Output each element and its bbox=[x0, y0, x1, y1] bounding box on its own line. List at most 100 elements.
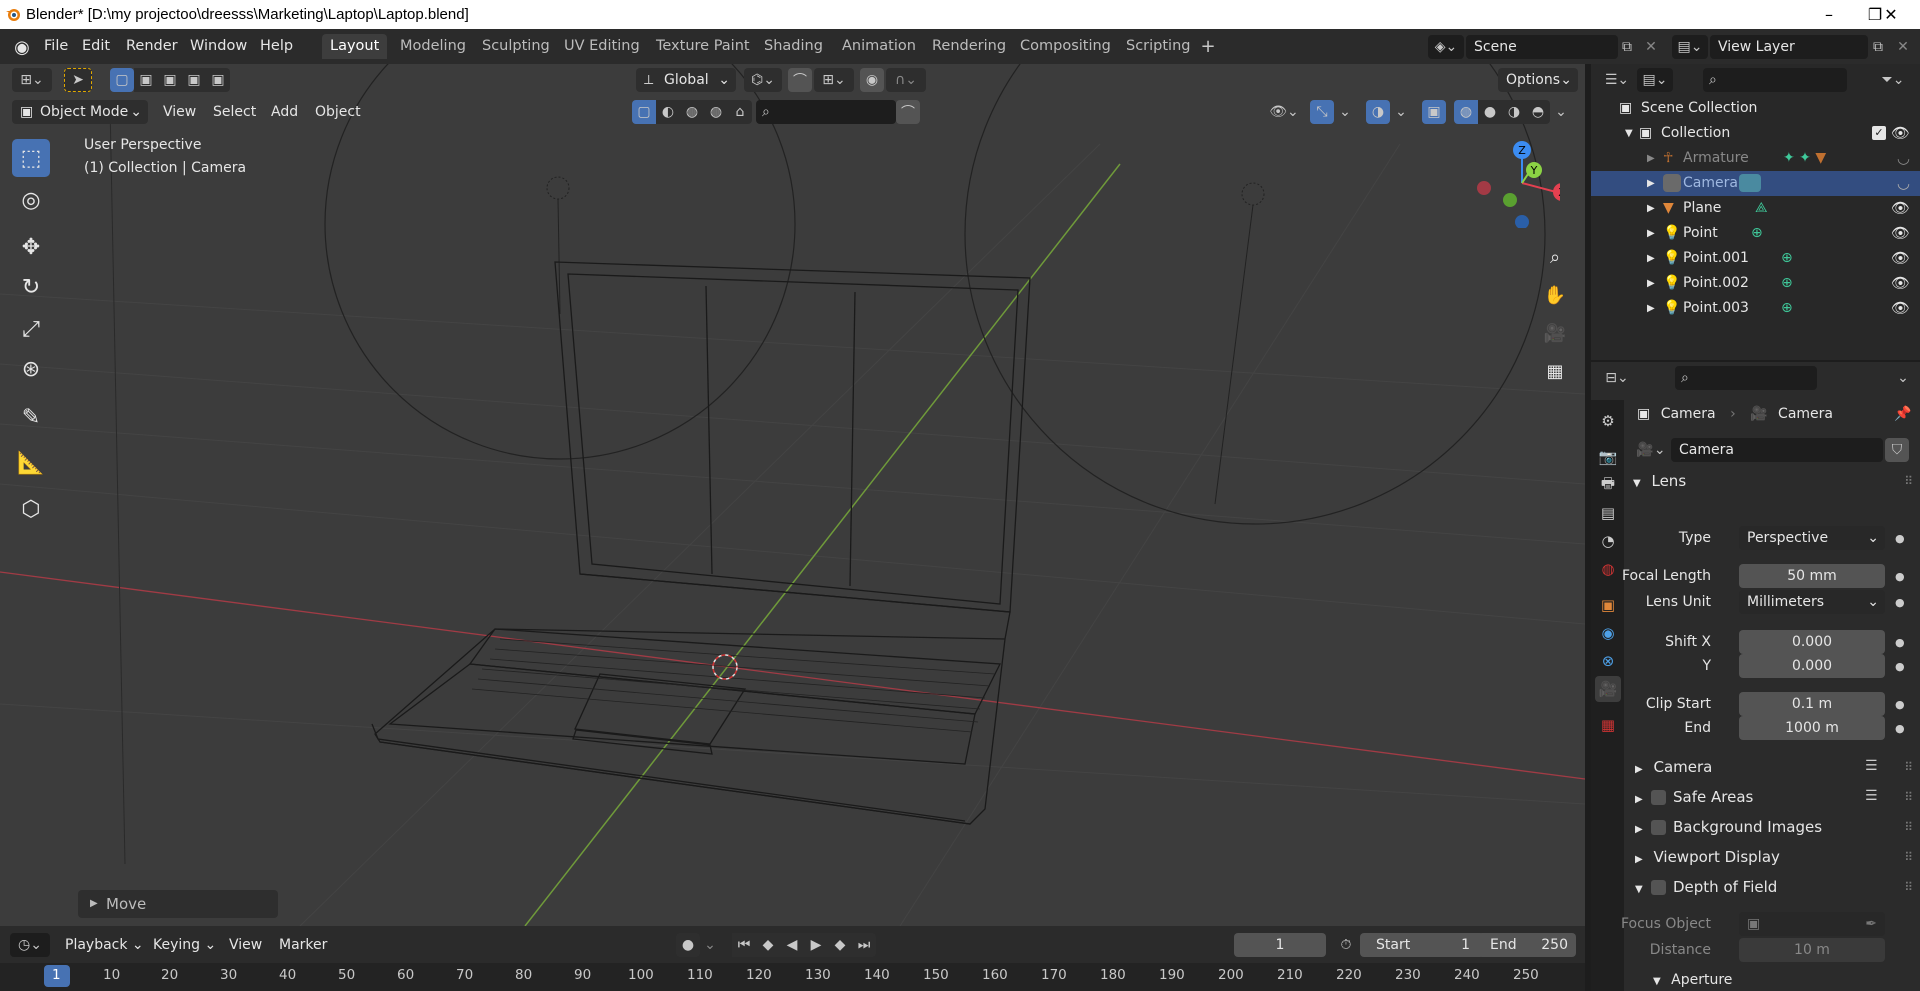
outliner-item-point[interactable]: ▶ 💡 Point ⊕ 👁 bbox=[1591, 221, 1920, 246]
keyframe-dot[interactable]: ● bbox=[1895, 570, 1905, 583]
timeline-view-menu[interactable]: View bbox=[222, 933, 269, 957]
shading-material-icon[interactable]: ◑ bbox=[1502, 100, 1526, 124]
dof-checkbox[interactable] bbox=[1651, 880, 1666, 895]
menu-select[interactable]: Select bbox=[206, 100, 263, 124]
zoom-icon[interactable]: ⌕ bbox=[1540, 242, 1570, 272]
eye-icon[interactable]: 👁 bbox=[1891, 296, 1910, 321]
snap-toggle-icon[interactable]: ⌒ bbox=[788, 68, 812, 92]
camera-section-header[interactable]: ▶ Camera bbox=[1635, 758, 1712, 776]
outliner-item-plane[interactable]: ▶ ▼ Plane ⟁ 👁 bbox=[1591, 196, 1920, 221]
menu-view[interactable]: View bbox=[156, 100, 203, 124]
tab-shading[interactable]: Shading bbox=[756, 34, 831, 59]
clip-end-field[interactable]: 1000 m bbox=[1739, 716, 1885, 740]
options-dropdown[interactable]: Options ⌄ bbox=[1498, 68, 1578, 92]
keying-menu[interactable]: Keying ⌄ bbox=[146, 933, 223, 957]
drag-handle-icon[interactable]: ⠿ bbox=[1904, 820, 1913, 834]
playback-menu[interactable]: Playback ⌄ bbox=[58, 933, 151, 957]
type-dropdown[interactable]: Perspective ⌄ bbox=[1739, 526, 1885, 550]
tab-layout[interactable]: Layout bbox=[322, 34, 388, 59]
eyedropper-icon[interactable]: ✒ bbox=[1865, 912, 1877, 936]
scene-name-field[interactable]: Scene bbox=[1466, 35, 1618, 59]
tab-scripting[interactable]: Scripting bbox=[1118, 34, 1198, 59]
scene-tab-icon[interactable]: ◔ bbox=[1595, 528, 1621, 554]
cursor-tool[interactable]: ◎ bbox=[12, 181, 50, 219]
keyframe-dot[interactable]: ● bbox=[1895, 636, 1905, 649]
next-keyframe-icon[interactable]: ◆ bbox=[828, 933, 852, 957]
frame-end-field[interactable]: End 250 bbox=[1478, 933, 1576, 957]
lens-unit-dropdown[interactable]: Millimeters ⌄ bbox=[1739, 590, 1885, 614]
minimize-button[interactable]: – bbox=[1806, 0, 1852, 29]
timeline-ruler[interactable]: 1 10 20 30 40 50 60 70 80 90 100 110 120… bbox=[0, 963, 1585, 991]
focal-length-field[interactable]: 50 mm bbox=[1739, 564, 1885, 588]
proportional-edit-icon[interactable]: ◉ bbox=[860, 68, 884, 92]
frame-start-field[interactable]: Start 1 bbox=[1360, 933, 1484, 957]
current-frame-field[interactable]: 1 bbox=[1234, 933, 1326, 957]
record-icon[interactable]: ● bbox=[676, 933, 700, 957]
safe-areas-checkbox[interactable] bbox=[1651, 790, 1666, 805]
tab-texture-paint[interactable]: Texture Paint bbox=[648, 34, 758, 59]
add-workspace-icon[interactable]: + bbox=[1198, 36, 1218, 57]
aperture-subsection-header[interactable]: ▼ Aperture bbox=[1653, 972, 1732, 988]
menu-help[interactable]: Help bbox=[254, 35, 299, 57]
keyframe-dot[interactable]: ● bbox=[1895, 532, 1905, 545]
tab-rendering[interactable]: Rendering bbox=[924, 34, 1014, 59]
select-tool-icon[interactable]: ➤ bbox=[64, 68, 92, 92]
overlay-toggle-icon[interactable]: ◑ bbox=[1366, 100, 1390, 124]
outliner-search-input[interactable]: ⌕ bbox=[1703, 68, 1847, 92]
drag-handle-icon[interactable]: ⠿ bbox=[1904, 880, 1913, 894]
measure-tool[interactable]: 📐 bbox=[12, 444, 50, 482]
scale-tool[interactable]: ⤢ bbox=[12, 310, 50, 348]
focus-object-field[interactable]: ▣ ✒ bbox=[1739, 912, 1885, 936]
select-extend-icon[interactable]: ▣ bbox=[134, 68, 158, 92]
transform-orientation-dropdown[interactable]: ⟂ Global ⌄ bbox=[636, 68, 736, 92]
background-images-checkbox[interactable] bbox=[1651, 820, 1666, 835]
pan-hand-icon[interactable]: ✋ bbox=[1540, 280, 1570, 310]
snap-target-icon[interactable]: ⊞⌄ bbox=[814, 68, 854, 92]
menu-window[interactable]: Window bbox=[184, 35, 253, 57]
shift-x-field[interactable]: 0.000 bbox=[1739, 630, 1885, 654]
outliner-item-armature[interactable]: ▶ ☥ Armature ✦ ✦ ▼ ◡ bbox=[1591, 146, 1920, 171]
new-view-layer-icon[interactable]: ⧉ bbox=[1866, 35, 1890, 59]
outliner-item-camera[interactable]: ▶ Camera ◡ bbox=[1591, 171, 1920, 196]
eye-icon[interactable]: 👁 bbox=[1891, 121, 1910, 146]
presets-list-icon[interactable]: ☰ bbox=[1865, 788, 1878, 804]
filter-world-icon[interactable]: ◍ bbox=[704, 100, 728, 124]
select-new-icon[interactable]: ▢ bbox=[110, 68, 134, 92]
display-mode-icon[interactable]: ▤⌄ bbox=[1637, 68, 1673, 92]
perspective-toggle-icon[interactable]: ▦ bbox=[1540, 356, 1570, 386]
shading-solid-icon[interactable]: ● bbox=[1478, 100, 1502, 124]
drag-handle-icon[interactable]: ⠿ bbox=[1904, 790, 1913, 804]
stopwatch-icon[interactable]: ⏱ bbox=[1334, 933, 1358, 957]
drag-handle-icon[interactable]: ⠿ bbox=[1904, 474, 1913, 488]
tab-uv-editing[interactable]: UV Editing bbox=[556, 34, 648, 59]
mode-dropdown[interactable]: ▣ Object Mode ⌄ bbox=[12, 100, 148, 124]
blender-menu-icon[interactable]: ◉ bbox=[10, 35, 34, 59]
delete-view-layer-icon[interactable]: ✕ bbox=[1892, 35, 1914, 59]
last-operator-panel[interactable]: ▶ Move bbox=[78, 890, 278, 918]
tab-animation[interactable]: Animation bbox=[834, 34, 924, 59]
outliner-filter-icon[interactable]: ⏷⌄ bbox=[1873, 68, 1913, 92]
menu-file[interactable]: File bbox=[38, 35, 74, 57]
properties-search-input[interactable]: ⌕ bbox=[1675, 366, 1817, 390]
viewport-display-section-header[interactable]: ▶ Viewport Display bbox=[1635, 848, 1780, 866]
select-invert-icon[interactable]: ▣ bbox=[182, 68, 206, 92]
gizmo-toggle-icon[interactable]: ⤡ bbox=[1310, 100, 1334, 124]
camera-datablock-icon[interactable]: 🎥⌄ bbox=[1635, 438, 1667, 462]
shading-rendered-icon[interactable]: ◓ bbox=[1526, 100, 1550, 124]
filter-funnel-icon[interactable]: ⌒ bbox=[896, 100, 920, 124]
outliner-scene-collection[interactable]: ▣ Scene Collection bbox=[1591, 96, 1920, 121]
drag-handle-icon[interactable]: ⠿ bbox=[1904, 850, 1913, 864]
filter-camera-icon[interactable]: ⌂ bbox=[728, 100, 752, 124]
outliner-item-point-001[interactable]: ▶ 💡 Point.001 ⊕ 👁 bbox=[1591, 246, 1920, 271]
pivot-point-icon[interactable]: ⌬⌄ bbox=[744, 68, 782, 92]
scene-selector-icon[interactable]: ◈⌄ bbox=[1428, 35, 1464, 59]
output-tab-icon[interactable]: 🖶 bbox=[1595, 472, 1621, 498]
drag-handle-icon[interactable]: ⠿ bbox=[1904, 760, 1913, 774]
overlay-dropdown-icon[interactable]: ⌄ bbox=[1392, 100, 1410, 124]
distance-field[interactable]: 10 m bbox=[1739, 938, 1885, 962]
play-reverse-icon[interactable]: ◀ bbox=[780, 933, 804, 957]
3d-viewport[interactable]: ⊞⌄ ➤ ▢ ▣ ▣ ▣ ▣ ⟂ Global ⌄ ⌬⌄ ⌒ ⊞⌄ ◉ ∩⌄ O… bbox=[0, 64, 1585, 926]
annotate-tool[interactable]: ✎ bbox=[12, 398, 50, 436]
lens-section-header[interactable]: ▼ Lens bbox=[1633, 472, 1686, 490]
editor-type-icon[interactable]: ⊞⌄ bbox=[12, 68, 52, 92]
